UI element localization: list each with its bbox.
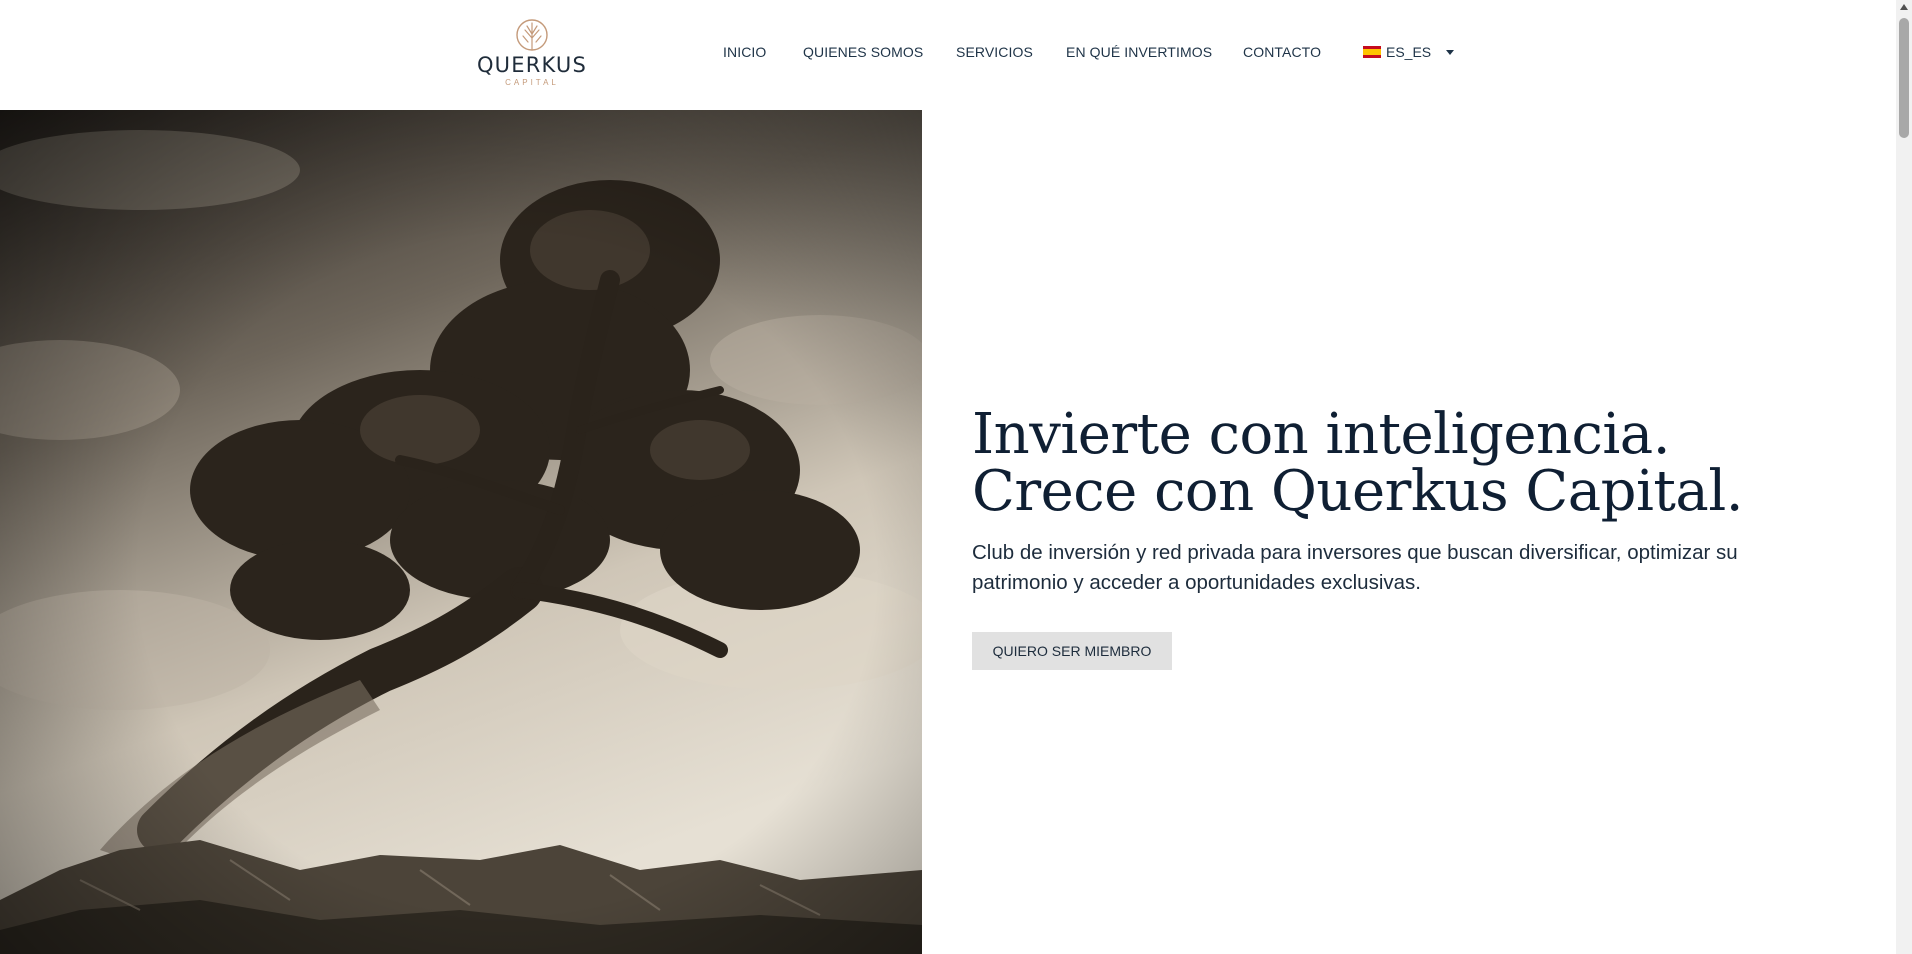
nav-item-servicios[interactable]: SERVICIOS: [956, 44, 1033, 60]
hero-subtitle: Club de inversión y red privada para inv…: [972, 541, 1738, 594]
oak-tree-logo-icon: [516, 19, 548, 51]
spain-flag-icon: [1363, 46, 1381, 58]
logo-tagline: CAPITAL: [505, 78, 559, 87]
tree-landscape-image: [0, 110, 922, 954]
logo[interactable]: QUERKUS CAPITAL: [476, 18, 588, 92]
hero-image: [0, 110, 922, 954]
site-header: QUERKUS CAPITAL INICIO QUIENES SOMOS SER…: [0, 0, 1896, 110]
nav-item-quienes-somos[interactable]: QUIENES SOMOS: [803, 44, 923, 60]
language-label: ES_ES: [1386, 44, 1432, 60]
nav-item-contacto[interactable]: CONTACTO: [1243, 44, 1321, 60]
scroll-up-icon[interactable]: [1900, 4, 1908, 10]
chevron-down-icon: [1446, 49, 1455, 55]
hero-title: Invierte con inteligencia. Crece con Que…: [972, 402, 1744, 524]
language-selector[interactable]: ES_ES: [1363, 44, 1455, 60]
logo-wordmark: QUERKUS: [476, 53, 588, 77]
join-member-button[interactable]: QUIERO SER MIEMBRO: [972, 632, 1172, 670]
scrollbar-thumb[interactable]: [1899, 18, 1909, 138]
nav-item-en-que-invertimos[interactable]: EN QUÉ INVERTIMOS: [1066, 44, 1212, 60]
nav-item-inicio[interactable]: INICIO: [723, 44, 766, 60]
scrollbar[interactable]: [1896, 0, 1912, 954]
